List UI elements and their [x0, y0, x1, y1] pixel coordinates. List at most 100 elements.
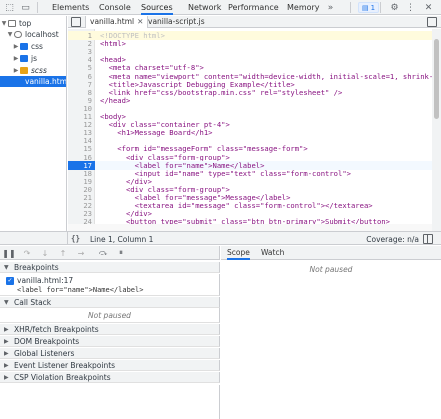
folder-icon: [20, 67, 28, 74]
gear-icon[interactable]: ⚙: [389, 2, 400, 13]
nav-item-js[interactable]: ▶ js: [0, 53, 66, 64]
nav-item-label: localhost: [25, 30, 59, 39]
cursor-position: Line 1, Column 1: [90, 235, 154, 244]
navigator-footer: [0, 231, 68, 245]
cloud-icon: [14, 31, 22, 38]
toolbar-divider: [37, 2, 38, 13]
section-title: Call Stack: [14, 297, 52, 307]
nav-item-css[interactable]: ▶ css: [0, 41, 66, 52]
tab-memory[interactable]: Memory: [287, 0, 320, 15]
more-tabs-icon[interactable]: »: [325, 2, 336, 13]
editor-vertical-scrollbar[interactable]: [432, 29, 441, 231]
chevron-right-icon: ▶: [4, 337, 9, 345]
editor-tab-vanilla-script[interactable]: vanilla-script.js: [148, 16, 205, 28]
call-stack-header[interactable]: ▼ Call Stack: [0, 297, 220, 308]
code-editor[interactable]: 1 <!DOCTYPE html> 2 <html> 3 4 <head> 5 <meta c…: [68, 29, 432, 231]
tab-console[interactable]: Console: [99, 0, 131, 15]
scrollbar-thumb[interactable]: [434, 39, 439, 119]
scope-panel: Not paused: [221, 261, 441, 419]
step-out-icon[interactable]: ↑: [58, 248, 68, 258]
editor-horizontal-scrollbar[interactable]: [68, 224, 432, 231]
nav-item-label: top: [19, 19, 32, 28]
chevron-right-icon: ▶: [4, 373, 9, 381]
toggle-debugger-icon[interactable]: [427, 17, 437, 27]
coverage-icon[interactable]: [423, 234, 433, 244]
csp-violation-breakpoints-header[interactable]: ▶ CSP Violation Breakpoints: [0, 372, 220, 383]
tab-scope[interactable]: Scope: [227, 246, 250, 260]
call-stack-status: Not paused: [0, 308, 220, 323]
folder-icon: [20, 43, 28, 50]
nav-item-localhost[interactable]: ▼ localhost: [0, 29, 66, 40]
chevron-down-icon: ▼: [1, 20, 7, 27]
nav-item-label: js: [31, 54, 37, 63]
tab-network[interactable]: Network: [188, 0, 221, 15]
pause-on-exceptions-icon[interactable]: ⏸: [116, 248, 126, 258]
issues-count: 1: [370, 3, 376, 12]
issues-badge[interactable]: ▤ 1: [358, 2, 380, 13]
section-title: DOM Breakpoints: [14, 336, 80, 346]
editor-tab-vanilla-html[interactable]: vanilla.html ✕: [85, 16, 149, 28]
step-icon[interactable]: →: [76, 248, 86, 258]
nav-item-label: css: [31, 42, 43, 51]
tab-elements[interactable]: Elements: [52, 0, 89, 15]
event-listener-breakpoints-header[interactable]: ▶ Event Listener Breakpoints: [0, 360, 220, 371]
section-title: XHR/fetch Breakpoints: [14, 324, 99, 334]
debugger-toolbar: ❚❚ ↷ ↓ ↑ → ⤼ ⏸: [0, 246, 220, 260]
nav-item-label: scss: [31, 66, 47, 75]
section-title: CSP Violation Breakpoints: [14, 372, 111, 382]
editor-tab-label: vanilla-script.js: [148, 17, 205, 26]
pause-icon[interactable]: ❚❚: [2, 248, 15, 258]
device-toolbar-icon[interactable]: ▭: [20, 2, 31, 13]
chevron-down-icon: ▼: [7, 31, 13, 38]
chevron-right-icon: ▶: [13, 55, 19, 62]
tab-performance[interactable]: Performance: [228, 0, 279, 15]
inspect-icon[interactable]: ⬚: [4, 2, 15, 13]
frame-icon: [8, 20, 16, 27]
breakpoint-location: vanilla.html:17: [17, 276, 74, 285]
coverage-status: Coverage: n/a: [366, 235, 419, 244]
global-listeners-header[interactable]: ▶ Global Listeners: [0, 348, 220, 359]
breakpoint-item[interactable]: ✓ vanilla.html:17 <label for="name">Name…: [0, 274, 220, 296]
section-title: Event Listener Breakpoints: [14, 360, 116, 370]
dom-breakpoints-header[interactable]: ▶ DOM Breakpoints: [0, 336, 220, 347]
nav-item-scss[interactable]: ▶ scss: [0, 65, 66, 76]
toggle-navigator-icon[interactable]: [71, 17, 81, 27]
toolbar-divider: [350, 2, 351, 13]
nav-item-top[interactable]: ▼ top: [0, 18, 66, 29]
chevron-down-icon: ▼: [4, 263, 9, 271]
chevron-down-icon: ▼: [4, 298, 9, 306]
pretty-print-button[interactable]: {}: [71, 234, 80, 243]
chevron-right-icon: ▶: [13, 67, 19, 74]
toolbar-divider: [380, 2, 381, 13]
close-icon[interactable]: ✕: [423, 2, 434, 13]
xhr-breakpoints-header[interactable]: ▶ XHR/fetch Breakpoints: [0, 324, 220, 335]
breakpoint-snippet: <label for="name">Name</label>: [17, 286, 144, 294]
chevron-right-icon: ▶: [4, 361, 9, 369]
section-title: Breakpoints: [14, 262, 59, 272]
chevron-right-icon: ▶: [13, 43, 19, 50]
editor-status-bar: {} Line 1, Column 1 Coverage: n/a: [68, 231, 441, 245]
nav-item-vanilla-html[interactable]: vanilla.html: [0, 76, 67, 87]
scope-tab-bar: Scope Watch: [221, 246, 441, 260]
issues-icon: ▤: [362, 3, 369, 12]
close-icon[interactable]: ✕: [137, 16, 143, 28]
nav-item-label: vanilla.html: [25, 77, 67, 86]
breakpoint-checkbox[interactable]: ✓: [6, 277, 14, 285]
chevron-right-icon: ▶: [4, 325, 9, 333]
editor-tab-bar: vanilla.html ✕ vanilla-script.js: [68, 16, 441, 28]
file-navigator: ▼ top ▼ localhost ▶ css ▶ js ▶ scss vani…: [0, 16, 67, 231]
deactivate-breakpoints-icon[interactable]: ⤼: [98, 248, 108, 258]
sidebar-empty-area: [0, 385, 220, 419]
editor-tab-label: vanilla.html: [90, 17, 135, 26]
tab-watch[interactable]: Watch: [261, 246, 284, 260]
devtools-toolbar: ⬚ ▭ Elements Console Sources Network Per…: [0, 0, 441, 15]
breakpoints-header[interactable]: ▼ Breakpoints: [0, 262, 220, 273]
section-title: Global Listeners: [14, 348, 75, 358]
step-into-icon[interactable]: ↓: [40, 248, 50, 258]
chevron-right-icon: ▶: [4, 349, 9, 357]
step-over-icon[interactable]: ↷: [22, 248, 32, 258]
folder-icon: [20, 55, 28, 62]
tab-sources[interactable]: Sources: [141, 0, 173, 15]
kebab-menu-icon[interactable]: ⋮: [405, 2, 416, 13]
scope-status: Not paused: [309, 265, 353, 274]
